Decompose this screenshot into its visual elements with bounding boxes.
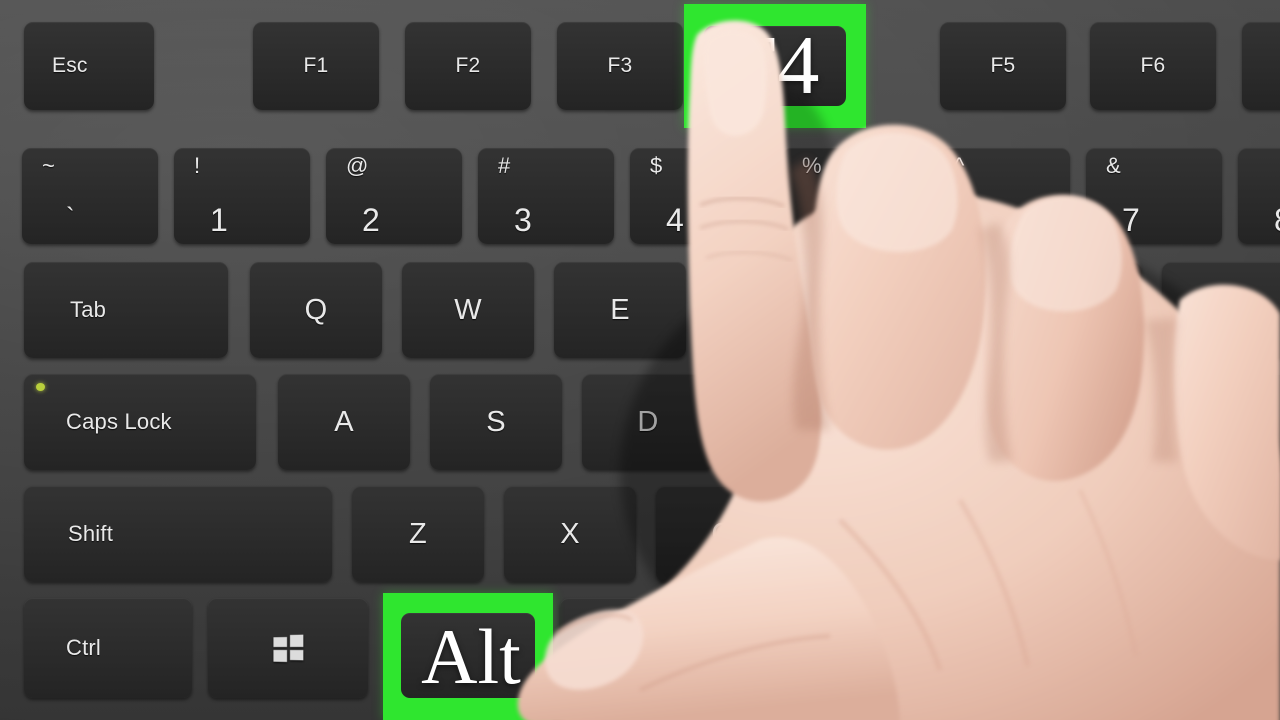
key-shifted-label: # [498,153,511,178]
key-label: N [1167,517,1189,550]
key-label: A [334,405,354,438]
key-shifted-label: & [1106,153,1121,178]
key-shifted-label: ! [194,153,201,178]
key-shifted-label: ~ [42,153,56,178]
key-b[interactable]: B [960,486,1092,582]
key-2[interactable]: @ 2 [326,148,462,244]
key-label: F2 [455,54,481,77]
key-h[interactable]: H [1038,374,1170,470]
key-label: F1 [303,54,329,77]
key-label: Tab [70,297,107,322]
key-6[interactable]: ^ 6 [934,148,1070,244]
key-label: F [791,405,809,438]
key-v[interactable]: V [808,486,940,582]
key-z[interactable]: Z [352,486,484,582]
key-label: U [1217,293,1239,326]
key-label: E [610,293,630,326]
key-a[interactable]: A [278,374,410,470]
key-f1[interactable]: F1 [253,22,379,110]
key-r[interactable]: R [706,262,838,358]
key-label: G [940,405,964,438]
key-esc[interactable]: Esc [24,22,154,110]
key-y[interactable]: Y [1010,262,1142,358]
key-f6[interactable]: F6 [1090,22,1216,110]
key-label: 8 [1274,204,1280,236]
key-label: F5 [990,54,1016,77]
highlight-box-alt: Alt [383,593,553,720]
key-shift[interactable]: Shift [24,486,332,582]
key-label: 6 [970,202,988,238]
key-c[interactable]: C [656,486,788,582]
key-label: D [637,405,659,438]
key-label: B [1016,517,1036,550]
key-w[interactable]: W [402,262,534,358]
key-4[interactable]: $ 4 [630,148,766,244]
key-label: Y [1066,293,1086,326]
key-x[interactable]: X [504,486,636,582]
key-f7[interactable] [1242,22,1280,110]
key-label: Z [409,517,427,550]
key-5[interactable]: % 5 [782,148,918,244]
key-label: X [560,517,580,550]
key-label: Esc [52,54,88,77]
key-label: C [711,517,733,550]
key-n[interactable]: N [1112,486,1244,582]
highlight-box-f4: F4 [684,4,866,128]
key-u[interactable]: U [1162,262,1280,358]
key-backtick[interactable]: ~ ` [22,148,158,244]
key-label: V [864,517,884,550]
key-s[interactable]: S [430,374,562,470]
key-f[interactable]: F [734,374,866,470]
key-label: 4 [666,202,684,238]
key-j[interactable]: J [1190,374,1280,470]
key-ctrl[interactable]: Ctrl [24,598,192,698]
key-label: Shift [68,521,114,546]
key-caps-lock[interactable]: Caps Lock [24,374,256,470]
key-q[interactable]: Q [250,262,382,358]
key-e[interactable]: E [554,262,686,358]
caps-lock-led-icon [36,383,45,391]
highlight-label-alt: Alt [421,612,521,700]
key-f5[interactable]: F5 [940,22,1066,110]
key-label: J [1248,405,1264,438]
key-label: 2 [362,202,380,238]
key-shifted-label: ^ [954,153,965,178]
key-windows[interactable] [208,598,368,698]
key-label: Q [304,293,328,326]
key-shifted-label: $ [650,153,663,178]
key-g[interactable]: G [886,374,1018,470]
key-label: ` [66,202,75,232]
key-label: H [1093,405,1115,438]
key-f3[interactable]: F3 [557,22,683,110]
key-1[interactable]: ! 1 [174,148,310,244]
key-spacebar[interactable] [560,598,900,698]
key-label: 7 [1122,202,1140,238]
key-label: F6 [1140,54,1166,77]
key-label: Caps Lock [66,409,172,434]
screenshot-canvas: Esc F1 F2 F3 F5 F6 F4 ~ ` ! 1 @ 2 # 3 $ … [0,0,1280,720]
key-label: R [761,293,783,326]
key-8[interactable]: * 8 [1238,148,1280,244]
key-label: F3 [607,54,633,77]
key-shifted-label: % [802,153,822,178]
key-t[interactable]: T [858,262,990,358]
key-label: 3 [514,202,532,238]
key-shifted-label: @ [346,153,369,178]
key-label: 5 [818,202,836,238]
key-label: Ctrl [66,635,102,660]
key-tab[interactable]: Tab [24,262,228,358]
key-label: T [915,293,933,326]
key-label: W [454,293,482,326]
key-label: 1 [210,202,228,238]
key-3[interactable]: # 3 [478,148,614,244]
key-f2[interactable]: F2 [405,22,531,110]
highlight-label-f4: F4 [730,19,820,112]
key-d[interactable]: D [582,374,714,470]
key-7[interactable]: & 7 [1086,148,1222,244]
windows-logo-icon [273,634,304,662]
key-label: S [486,405,506,438]
